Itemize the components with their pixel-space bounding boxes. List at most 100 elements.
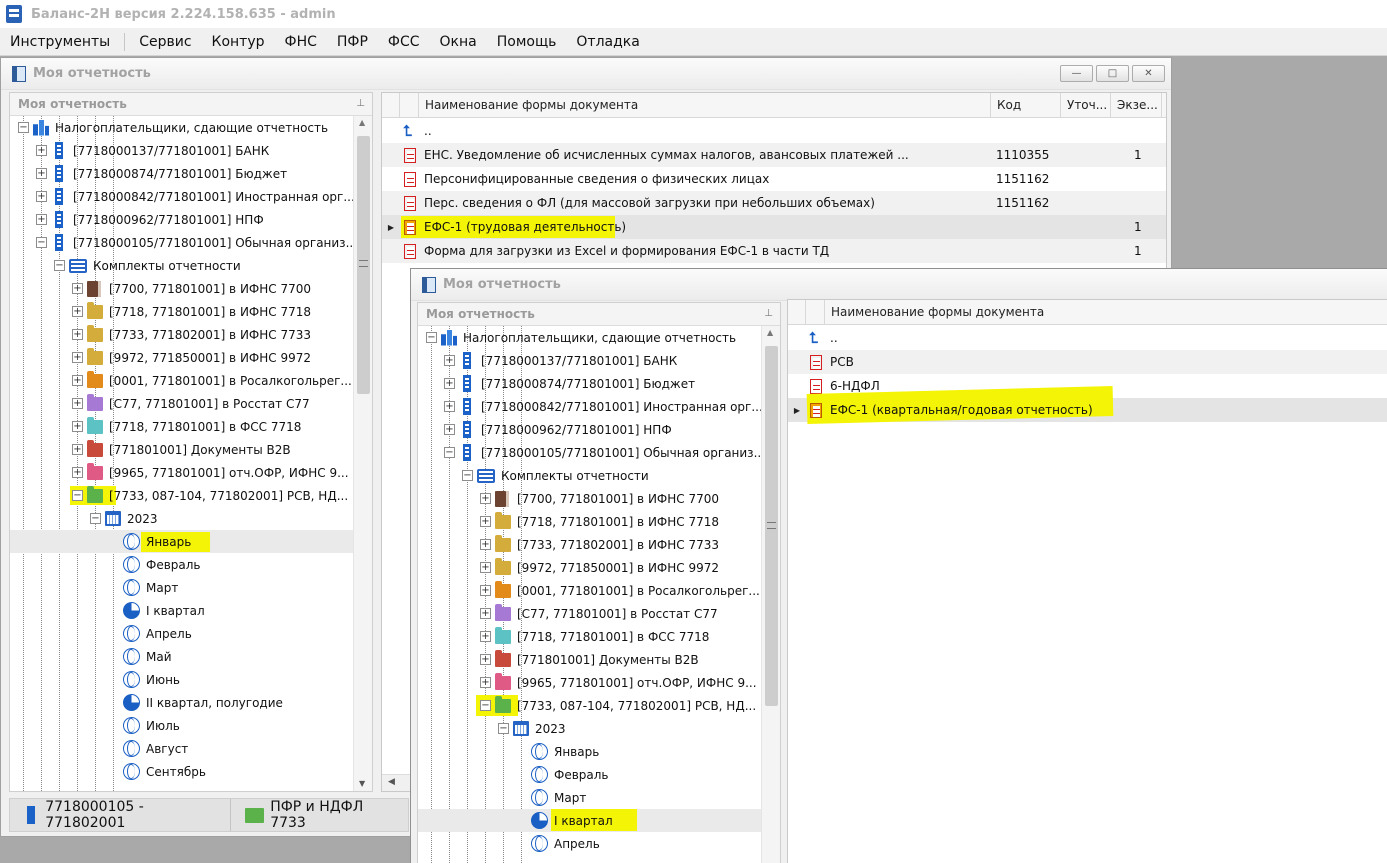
collapse-icon[interactable]: − bbox=[444, 447, 455, 458]
tree-node-kit[interactable]: + [0001, 771801001] в Росалкогольрег... bbox=[418, 579, 780, 602]
tree-node-org[interactable]: + [7718000874/771801001] Бюджет bbox=[418, 372, 780, 395]
close-button[interactable]: ✕ bbox=[1132, 65, 1165, 82]
collapse-icon[interactable]: − bbox=[36, 237, 47, 248]
collapse-icon[interactable]: − bbox=[54, 260, 65, 271]
tree-node-period[interactable]: Март bbox=[418, 786, 780, 809]
expand-icon[interactable]: + bbox=[72, 421, 83, 432]
minimize-button[interactable]: — bbox=[1060, 65, 1093, 82]
menu-windows[interactable]: Окна bbox=[430, 34, 487, 50]
collapse-icon[interactable]: − bbox=[90, 513, 101, 524]
tree-node-taxpayers[interactable]: − Налогоплательщики, сдающие отчетность bbox=[10, 116, 372, 139]
tree-scrollbar[interactable]: ▲ ▼ bbox=[353, 116, 372, 791]
grid-row[interactable]: Форма для загрузки из Excel и формирован… bbox=[382, 239, 1166, 263]
tree-scrollbar[interactable]: ▲ bbox=[761, 326, 780, 863]
menu-pfr[interactable]: ПФР bbox=[327, 34, 378, 50]
collapse-icon[interactable]: − bbox=[498, 723, 509, 734]
expand-icon[interactable]: + bbox=[72, 467, 83, 478]
tree-node-kit[interactable]: + [7700, 771801001] в ИФНС 7700 bbox=[10, 277, 372, 300]
expand-icon[interactable]: + bbox=[36, 191, 47, 202]
column-header-copies[interactable]: Экзе... bbox=[1111, 93, 1162, 117]
grid-row-up[interactable]: ⮤ .. bbox=[788, 326, 1387, 350]
tree-node-kit-rsv[interactable]: − [7733, 087-104, 771802001] РСВ, НД... bbox=[10, 484, 372, 507]
status-kit[interactable]: ПФР и НДФЛ 7733 bbox=[231, 799, 408, 831]
scroll-thumb[interactable] bbox=[765, 346, 778, 706]
expand-icon[interactable]: + bbox=[444, 401, 455, 412]
tree-node-kit[interactable]: + [771801001] Документы B2B bbox=[418, 648, 780, 671]
tree-node-period[interactable]: Май bbox=[10, 645, 372, 668]
tree-node-year[interactable]: − 2023 bbox=[10, 507, 372, 530]
tree-node-kit[interactable]: + [7733, 771802001] в ИФНС 7733 bbox=[418, 533, 780, 556]
expand-icon[interactable]: + bbox=[72, 398, 83, 409]
tree-node-period[interactable]: Февраль bbox=[418, 763, 780, 786]
tree-node-period[interactable]: Март bbox=[10, 576, 372, 599]
tree-node-kits[interactable]: − Комплекты отчетности bbox=[418, 464, 780, 487]
tree-node-period[interactable]: Сентябрь bbox=[10, 760, 372, 783]
tree-node-kit[interactable]: + [7700, 771801001] в ИФНС 7700 bbox=[418, 487, 780, 510]
expand-icon[interactable]: + bbox=[72, 352, 83, 363]
tree-node-period[interactable]: Июль bbox=[10, 714, 372, 737]
expand-icon[interactable]: + bbox=[444, 378, 455, 389]
column-header-name[interactable]: Наименование формы документа bbox=[419, 93, 991, 117]
column-header-correction[interactable]: Уточ... bbox=[1061, 93, 1111, 117]
tree-node-period[interactable]: Январь bbox=[10, 530, 372, 553]
tree-node-kit[interactable]: + [771801001] Документы B2B bbox=[10, 438, 372, 461]
tree-node-period[interactable]: Февраль bbox=[10, 553, 372, 576]
scroll-down-icon[interactable]: ▼ bbox=[359, 779, 365, 788]
tree-node-kits[interactable]: − Комплекты отчетности bbox=[10, 254, 372, 277]
tree-node-period-selected[interactable]: I квартал bbox=[418, 809, 780, 832]
menu-kontur[interactable]: Контур bbox=[202, 34, 275, 50]
expand-icon[interactable]: + bbox=[72, 283, 83, 294]
scroll-up-icon[interactable]: ▲ bbox=[359, 118, 365, 127]
menu-tools[interactable]: Инструменты bbox=[0, 34, 120, 50]
grid-row-selected[interactable]: ▶ ЕФС-1 (квартальная/годовая отчетность) bbox=[788, 386, 1387, 424]
expand-icon[interactable]: + bbox=[72, 444, 83, 455]
status-org[interactable]: 7718000105 - 771802001 bbox=[10, 799, 232, 831]
tree-node-org[interactable]: + [7718000842/771801001] Иностранная орг.… bbox=[10, 185, 372, 208]
grid-row[interactable]: Персонифицированные сведения о физически… bbox=[382, 167, 1166, 191]
pin-icon[interactable]: ⊥ bbox=[356, 93, 365, 115]
expand-icon[interactable]: + bbox=[444, 424, 455, 435]
tree-node-org[interactable]: − [7718000105/771801001] Обычная организ.… bbox=[418, 441, 780, 464]
collapse-icon[interactable]: − bbox=[462, 470, 473, 481]
tree-node-kit[interactable]: + [7733, 771802001] в ИФНС 7733 bbox=[10, 323, 372, 346]
tree-node-org[interactable]: + [7718000962/771801001] НПФ bbox=[10, 208, 372, 231]
tree-node-period[interactable]: Апрель bbox=[10, 622, 372, 645]
tree-node-org[interactable]: + [7718000137/771801001] БАНК bbox=[418, 349, 780, 372]
grid-row-up[interactable]: ⮤ .. bbox=[382, 119, 1166, 143]
collapse-icon[interactable]: − bbox=[480, 700, 491, 711]
tree-node-kit[interactable]: + [9972, 771850001] в ИФНС 9972 bbox=[418, 556, 780, 579]
tree-node-taxpayers[interactable]: − Налогоплательщики, сдающие отчетность bbox=[418, 326, 780, 349]
tree-node-kit[interactable]: + [7718, 771801001] в ФСС 7718 bbox=[418, 625, 780, 648]
tree-node-org[interactable]: − [7718000105/771801001] Обычная организ.… bbox=[10, 231, 372, 254]
scroll-up-icon[interactable]: ▲ bbox=[767, 328, 773, 337]
expand-icon[interactable]: + bbox=[36, 168, 47, 179]
tree-node-period[interactable]: Июнь bbox=[10, 668, 372, 691]
tree-node-period[interactable]: Август bbox=[10, 737, 372, 760]
expand-icon[interactable]: + bbox=[480, 516, 491, 527]
tree-node-kit[interactable]: + [9965, 771801001] отч.ОФР, ИФНС 9... bbox=[10, 461, 372, 484]
menu-fns[interactable]: ФНС bbox=[275, 34, 327, 50]
grid-row[interactable]: ЕНС. Уведомление об исчисленных суммах н… bbox=[382, 143, 1166, 167]
tree-node-period[interactable]: I квартал bbox=[10, 599, 372, 622]
expand-icon[interactable]: + bbox=[480, 631, 491, 642]
tree-node-year[interactable]: − 2023 bbox=[418, 717, 780, 740]
expand-icon[interactable]: + bbox=[72, 375, 83, 386]
column-header-name[interactable]: Наименование формы документа bbox=[825, 300, 1387, 324]
expand-icon[interactable]: + bbox=[72, 306, 83, 317]
expand-icon[interactable]: + bbox=[480, 493, 491, 504]
tree-node-kit[interactable]: + [7718, 771801001] в ИФНС 7718 bbox=[10, 300, 372, 323]
menu-fss[interactable]: ФСС bbox=[378, 34, 430, 50]
expand-icon[interactable]: + bbox=[480, 677, 491, 688]
tree-node-period[interactable]: Январь bbox=[418, 740, 780, 763]
column-header-code[interactable]: Код bbox=[991, 93, 1061, 117]
menu-debug[interactable]: Отладка bbox=[566, 34, 649, 50]
tree-node-kit[interactable]: + [7718, 771801001] в ИФНС 7718 bbox=[418, 510, 780, 533]
tree-node-kit[interactable]: + [9972, 771850001] в ИФНС 9972 bbox=[10, 346, 372, 369]
expand-icon[interactable]: + bbox=[480, 539, 491, 550]
expand-icon[interactable]: + bbox=[72, 329, 83, 340]
grid-row[interactable]: РСВ bbox=[788, 350, 1387, 374]
tree-node-kit[interactable]: + [C77, 771801001] в Росстат C77 bbox=[418, 602, 780, 625]
maximize-button[interactable]: □ bbox=[1096, 65, 1129, 82]
collapse-icon[interactable]: − bbox=[426, 332, 437, 343]
tree-node-period[interactable]: II квартал, полугодие bbox=[10, 691, 372, 714]
